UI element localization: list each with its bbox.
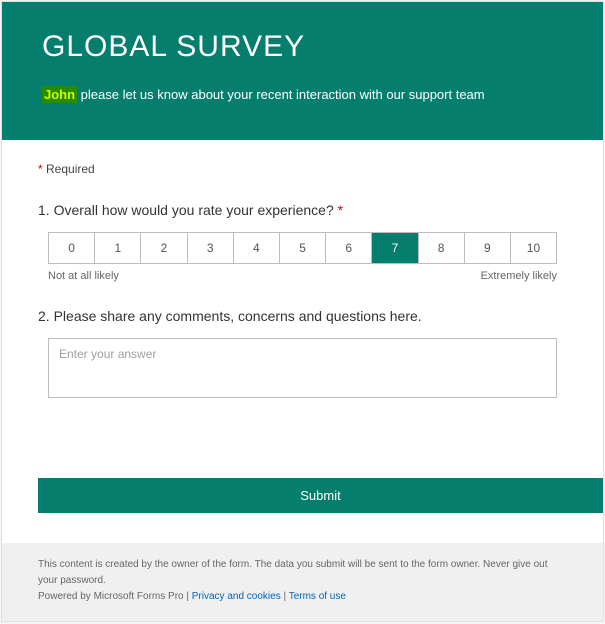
rating-option-7[interactable]: 7: [372, 233, 418, 263]
powered-prefix: Powered by: [38, 591, 94, 602]
privacy-link[interactable]: Privacy and cookies: [192, 591, 281, 602]
rating-option-1[interactable]: 1: [95, 233, 141, 263]
terms-link[interactable]: Terms of use: [289, 591, 346, 602]
rating-option-2[interactable]: 2: [141, 233, 187, 263]
required-note: * Required: [38, 162, 567, 176]
rating-option-8[interactable]: 8: [419, 233, 465, 263]
form-body: * Required 1. Overall how would you rate…: [2, 140, 603, 438]
question-1: 1. Overall how would you rate your exper…: [38, 202, 567, 282]
q2-label: Please share any comments, concerns and …: [54, 308, 422, 324]
powered-product: Microsoft Forms Pro: [94, 591, 184, 602]
rating-option-10[interactable]: 10: [511, 233, 556, 263]
rating-label-low: Not at all likely: [48, 270, 119, 282]
rating-option-5[interactable]: 5: [280, 233, 326, 263]
page-title: GLOBAL SURVEY: [42, 30, 563, 64]
footer-disclaimer: This content is created by the owner of …: [38, 557, 567, 589]
question-2: 2. Please share any comments, concerns a…: [38, 308, 567, 403]
survey-form: GLOBAL SURVEY John please let us know ab…: [1, 1, 604, 622]
q1-label: Overall how would you rate your experien…: [54, 202, 334, 218]
rating-option-9[interactable]: 9: [465, 233, 511, 263]
required-star-icon: *: [338, 202, 343, 218]
subtitle-text: please let us know about your recent int…: [77, 87, 485, 102]
required-star-icon: *: [38, 162, 43, 176]
question-2-text: 2. Please share any comments, concerns a…: [38, 308, 567, 324]
rating-anchor-labels: Not at all likely Extremely likely: [48, 270, 557, 282]
submit-button[interactable]: Submit: [38, 478, 603, 513]
rating-option-3[interactable]: 3: [188, 233, 234, 263]
rating-option-6[interactable]: 6: [326, 233, 372, 263]
rating-option-4[interactable]: 4: [234, 233, 280, 263]
form-subtitle: John please let us know about your recen…: [42, 86, 563, 104]
footer-sep: |: [281, 591, 289, 602]
question-1-text: 1. Overall how would you rate your exper…: [38, 202, 567, 218]
q1-number: 1.: [38, 202, 50, 218]
q2-number: 2.: [38, 308, 50, 324]
form-footer: This content is created by the owner of …: [2, 543, 603, 621]
footer-sep: |: [184, 591, 192, 602]
comments-input[interactable]: [48, 338, 557, 398]
footer-powered-line: Powered by Microsoft Forms Pro | Privacy…: [38, 589, 567, 605]
rating-option-0[interactable]: 0: [49, 233, 95, 263]
form-header: GLOBAL SURVEY John please let us know ab…: [2, 2, 603, 140]
rating-scale: 012345678910: [48, 232, 557, 264]
personalization-name: John: [42, 86, 77, 103]
required-label: Required: [46, 162, 95, 176]
rating-label-high: Extremely likely: [481, 270, 557, 282]
